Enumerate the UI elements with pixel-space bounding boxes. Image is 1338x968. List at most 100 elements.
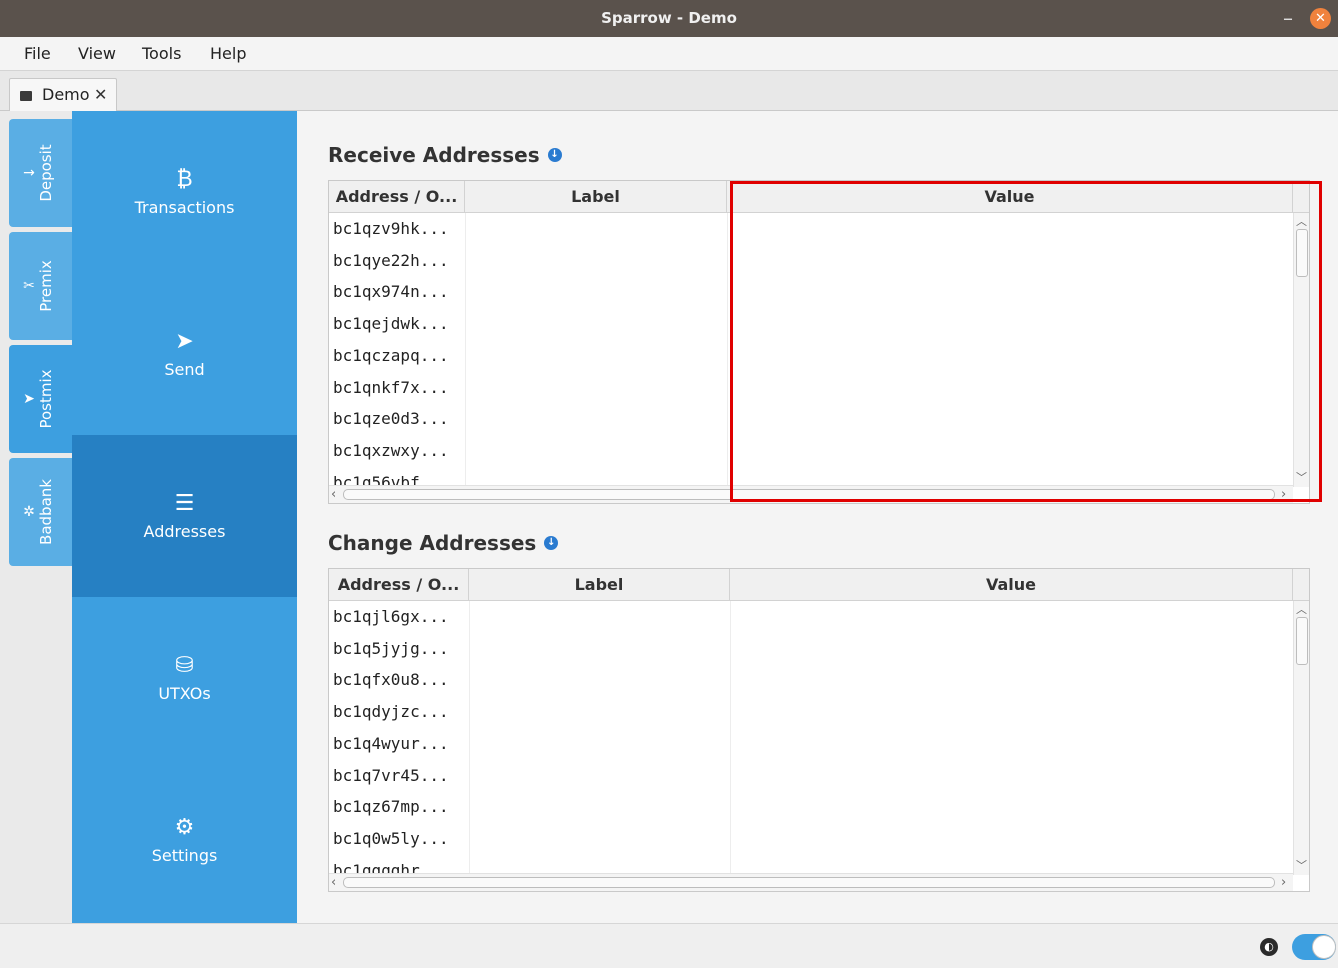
table-row[interactable]: bc1qye22h... [333,245,449,277]
nav-label: UTXOs [158,684,211,703]
receive-addresses-title: Receive Addresses ↓ [328,143,562,167]
table-row[interactable]: bc1qejdwk... [333,308,449,340]
scroll-thumb[interactable] [343,877,1275,888]
account-tab-badbank[interactable]: ✲ Badbank [9,458,72,566]
menu-help[interactable]: Help [210,37,246,71]
close-button[interactable]: ✕ [1310,8,1331,29]
table-row[interactable]: bc1q0w5ly... [333,823,449,855]
title-bar: Sparrow - Demo – ✕ [0,0,1338,37]
send-icon: ➤ [23,391,35,407]
menu-tools[interactable]: Tools [142,37,181,71]
wallet-nav: ₿ Transactions ➤ Send ☰ Addresses ⛁ UTXO… [72,111,297,923]
scroll-thumb[interactable] [1296,617,1308,665]
account-tab-label: Premix [37,260,55,312]
scroll-thumb[interactable] [1296,229,1308,277]
coins-icon: ⛁ [175,653,194,678]
wallet-tab-demo[interactable]: Demo ✕ [9,78,117,111]
horizontal-scrollbar[interactable]: ‹ › [329,485,1293,503]
account-tab-label: Postmix [37,369,55,429]
bitcoin-icon: ₿ [176,167,193,192]
account-tab-label: Badbank [37,479,55,545]
table-row[interactable]: bc1qxzwxy... [333,435,449,467]
scroll-up-icon[interactable]: ︿ [1294,601,1309,617]
account-tab-postmix[interactable]: ➤ Postmix [9,345,72,453]
window-title: Sparrow - Demo [601,9,737,27]
table-row[interactable]: bc1qjl6gx... [333,601,449,633]
nav-label: Settings [151,846,218,865]
close-tab-icon[interactable]: ✕ [94,79,107,110]
menu-view[interactable]: View [78,37,116,71]
account-tab-premix[interactable]: ✂ Premix [9,232,72,340]
change-addresses-title: Change Addresses ↓ [328,531,559,555]
gear-icon: ⚙ [174,815,195,840]
virus-icon: ✲ [23,504,35,520]
wallet-icon [20,91,32,101]
table-row[interactable]: bc1q7vr45... [333,760,449,792]
table-row[interactable]: bc1q56vbf... [333,467,449,485]
table-row[interactable]: bc1qnkf7x... [333,372,449,404]
scissors-icon: ✂ [23,278,35,294]
menu-file[interactable]: File [24,37,51,71]
table-header: Address / O... Label Value [329,181,1309,213]
table-row[interactable]: bc1qczapq... [333,340,449,372]
column-value[interactable]: Value [727,181,1293,213]
paper-plane-icon: ➤ [175,329,194,354]
table-header: Address / O... Label Value [329,569,1309,601]
table-row[interactable]: bc1qfx0u8... [333,664,449,696]
toggle-knob [1312,935,1336,959]
arrow-right-icon: → [23,165,35,181]
table-rows: bc1qzv9hk... bc1qye22h... bc1qx974n... b… [329,213,1293,485]
scroll-right-icon[interactable]: › [1281,486,1286,503]
nav-settings[interactable]: ⚙ Settings [72,759,297,921]
scroll-down-icon[interactable]: ﹀ [1294,857,1309,873]
scroll-left-icon[interactable]: ‹ [331,486,336,503]
minimize-button[interactable]: – [1280,4,1296,32]
nav-addresses[interactable]: ☰ Addresses [72,435,297,597]
receive-title-text: Receive Addresses [328,143,540,167]
table-row[interactable]: bc1qz67mp... [333,791,449,823]
connection-status-icon: ◐ [1260,938,1278,956]
scroll-right-icon[interactable]: › [1281,874,1286,891]
download-icon[interactable]: ↓ [544,535,559,550]
scroll-down-icon[interactable]: ﹀ [1294,469,1309,485]
account-tab-label: Deposit [37,144,55,202]
nav-label: Transactions [134,198,235,217]
addresses-panel: Receive Addresses ↓ Address / O... Label … [297,111,1338,923]
server-connection-toggle[interactable] [1292,934,1336,960]
account-tabs: → Deposit ✂ Premix ➤ Postmix ✲ Badbank [0,111,72,923]
horizontal-scrollbar[interactable]: ‹ › [329,873,1293,891]
vertical-scrollbar[interactable]: ︿ ﹀ [1293,213,1309,487]
download-icon[interactable]: ↓ [547,147,562,162]
column-address[interactable]: Address / O... [329,569,469,601]
nav-label: Send [164,360,205,379]
nav-label: Addresses [143,522,226,541]
scroll-thumb[interactable] [343,489,1275,500]
table-row[interactable]: bc1qze0d3... [333,403,449,435]
account-tab-deposit[interactable]: → Deposit [9,119,72,227]
change-addresses-table[interactable]: Address / O... Label Value bc1qjl6gx... … [328,568,1310,892]
list-icon: ☰ [174,491,195,516]
column-label[interactable]: Label [469,569,730,601]
table-row[interactable]: bc1qzv9hk... [333,213,449,245]
receive-addresses-table[interactable]: Address / O... Label Value bc1qzv9hk... … [328,180,1310,504]
status-bar: ◐ [0,923,1338,968]
table-rows: bc1qjl6gx... bc1q5jyjg... bc1qfx0u8... b… [329,601,1293,873]
table-row[interactable]: bc1qdyjzc... [333,696,449,728]
wallet-tab-label: Demo [42,85,90,104]
column-value[interactable]: Value [730,569,1293,601]
table-row[interactable]: bc1qgqghr... [333,855,449,873]
nav-utxos[interactable]: ⛁ UTXOs [72,597,297,759]
menu-bar: File View Tools Help [0,37,1338,71]
change-title-text: Change Addresses [328,531,537,555]
column-address[interactable]: Address / O... [329,181,465,213]
nav-transactions[interactable]: ₿ Transactions [72,111,297,273]
scroll-up-icon[interactable]: ︿ [1294,213,1309,229]
wallet-tab-bar: Demo ✕ [0,71,1338,111]
table-row[interactable]: bc1q5jyjg... [333,633,449,665]
column-label[interactable]: Label [465,181,727,213]
nav-send[interactable]: ➤ Send [72,273,297,435]
vertical-scrollbar[interactable]: ︿ ﹀ [1293,601,1309,875]
scroll-left-icon[interactable]: ‹ [331,874,336,891]
table-row[interactable]: bc1qx974n... [333,276,449,308]
table-row[interactable]: bc1q4wyur... [333,728,449,760]
